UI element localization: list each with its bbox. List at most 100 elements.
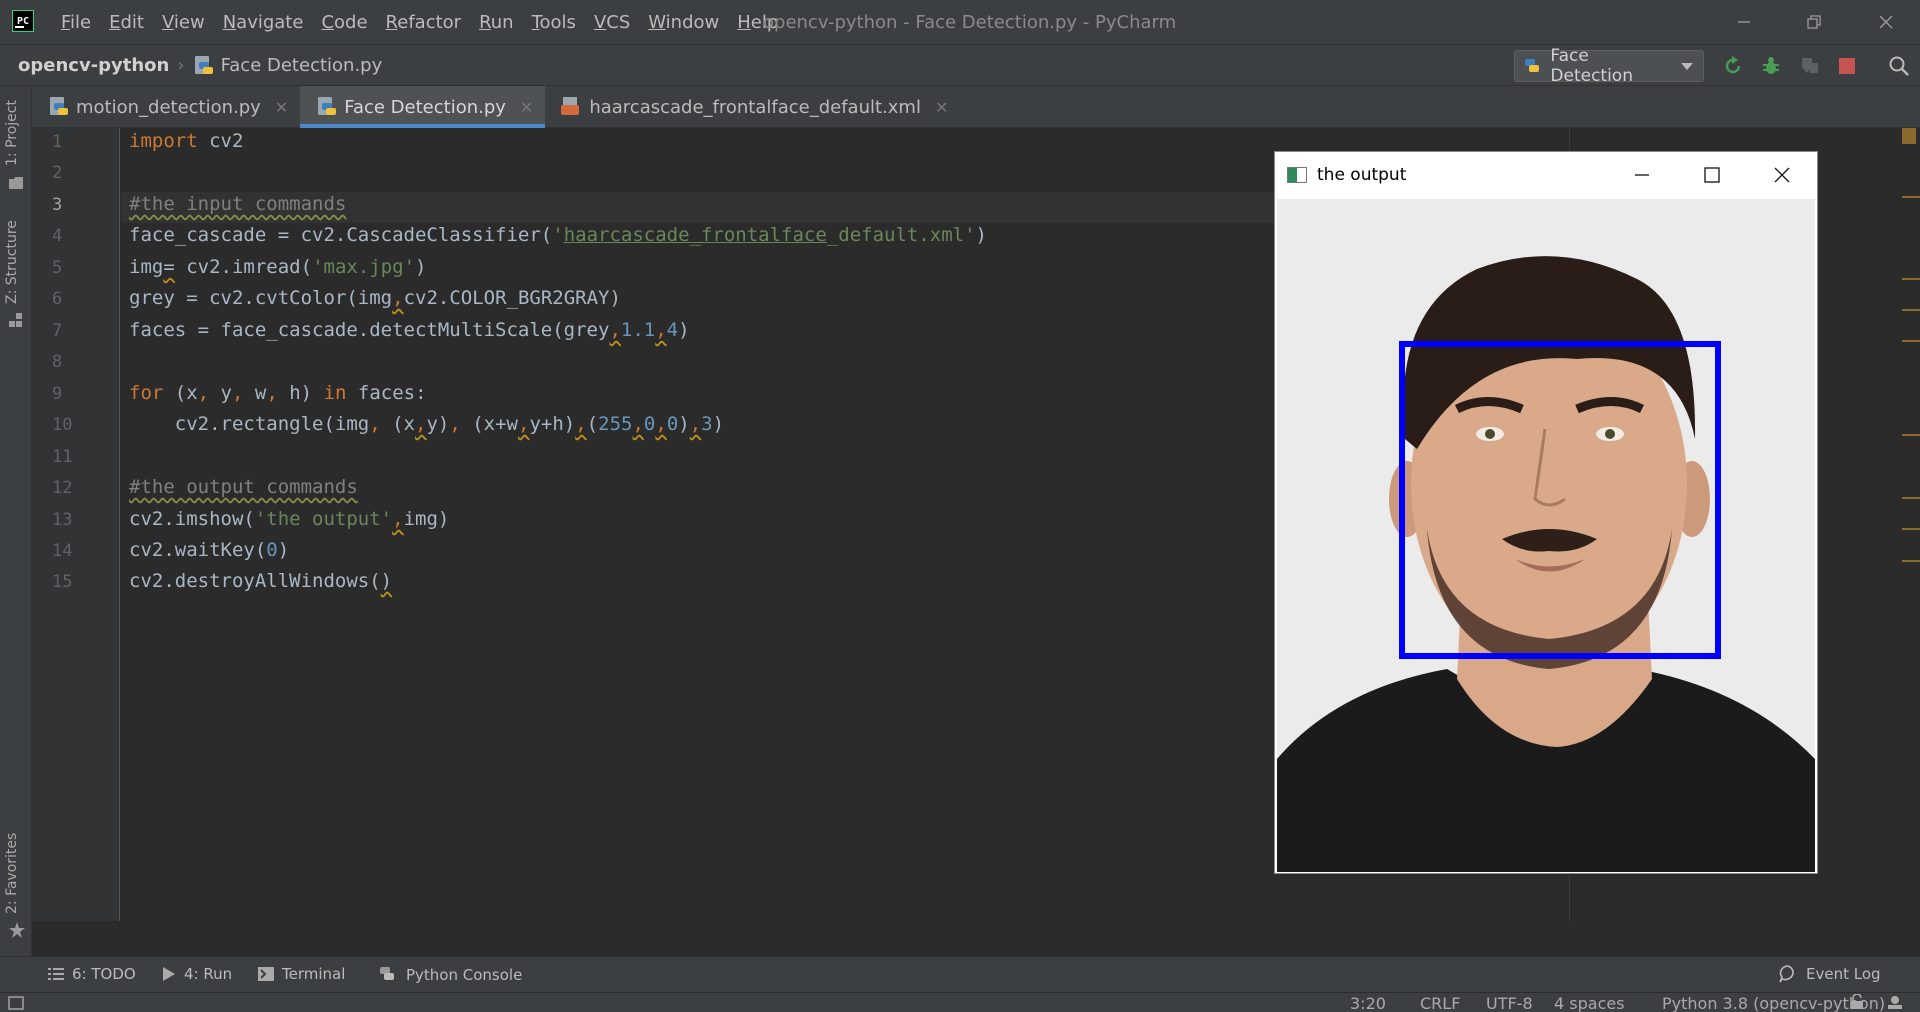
line-number: 14 bbox=[52, 541, 73, 561]
line-number: 13 bbox=[52, 510, 73, 530]
code-token: for bbox=[129, 382, 164, 404]
stop-icon[interactable] bbox=[1836, 55, 1858, 77]
code-token: img) bbox=[403, 508, 450, 530]
code-token: in bbox=[323, 382, 347, 404]
code-token: ) bbox=[712, 413, 725, 435]
panel-toggle-icon[interactable] bbox=[8, 995, 24, 1012]
code-token: cv2.waitKey( bbox=[129, 539, 267, 561]
navigation-bar: opencv-python › Face Detection.py Face D… bbox=[0, 44, 1920, 86]
code-token: cv2.COLOR_BGR2GRAY) bbox=[403, 287, 621, 309]
warning-marker[interactable] bbox=[1902, 497, 1920, 499]
menu-refactor[interactable]: Refactor bbox=[377, 12, 471, 33]
caret-position[interactable]: 3:20 bbox=[1350, 994, 1386, 1012]
code-line-9: for (x, y, w, h) in faces: bbox=[129, 382, 427, 404]
warning-marker[interactable] bbox=[1902, 340, 1920, 342]
code-line-5: img= cv2.imread('max.jpg') bbox=[129, 256, 426, 278]
warning-marker[interactable] bbox=[1902, 278, 1920, 280]
warning-status-icon[interactable] bbox=[1902, 128, 1916, 144]
warning-marker[interactable] bbox=[1902, 434, 1920, 436]
favorites-tool-tab[interactable]: 2: Favorites bbox=[4, 833, 20, 914]
rerun-icon[interactable] bbox=[1722, 55, 1744, 77]
code-token: , bbox=[197, 382, 210, 404]
menu-window[interactable]: Window bbox=[639, 12, 728, 33]
warning-marker[interactable] bbox=[1902, 560, 1920, 562]
terminal-tool-button[interactable]: Terminal bbox=[258, 965, 345, 983]
code-token: import bbox=[129, 130, 198, 152]
output-window-titlebar[interactable]: the output bbox=[1275, 152, 1817, 198]
python-console-icon bbox=[378, 965, 398, 985]
close-icon[interactable] bbox=[1767, 160, 1797, 190]
inspector-icon[interactable] bbox=[1886, 994, 1904, 1012]
menu-edit[interactable]: Edit bbox=[100, 12, 153, 33]
file-encoding[interactable]: UTF-8 bbox=[1486, 994, 1533, 1012]
event-log-tool-button[interactable]: Event Log bbox=[1778, 965, 1881, 983]
output-window-title: the output bbox=[1317, 165, 1407, 185]
restore-icon[interactable] bbox=[1800, 8, 1828, 36]
warning-marker[interactable] bbox=[1902, 196, 1920, 198]
menu-view[interactable]: View bbox=[153, 12, 214, 33]
python-console-tool-button[interactable]: Python Console bbox=[378, 965, 522, 985]
menu-run[interactable]: Run bbox=[470, 12, 523, 33]
python-file-icon bbox=[193, 55, 213, 76]
tab-haarcascade-xml[interactable]: haarcascade_frontalface_default.xml ✕ bbox=[545, 86, 960, 128]
lock-icon[interactable] bbox=[1850, 993, 1864, 1012]
maximize-icon[interactable] bbox=[1697, 160, 1727, 190]
menu-code[interactable]: Code bbox=[312, 12, 376, 33]
star-icon bbox=[9, 922, 25, 938]
code-token: img bbox=[129, 256, 164, 278]
warning-marker[interactable] bbox=[1902, 528, 1920, 530]
code-line-7: faces = face_cascade.detectMultiScale(gr… bbox=[129, 319, 690, 341]
indent-setting[interactable]: 4 spaces bbox=[1554, 994, 1625, 1012]
left-tool-stripe: 1: Project Z: Structure 2: Favorites bbox=[0, 86, 32, 956]
code-token: cv2.destroyAllWindows( bbox=[129, 570, 381, 592]
structure-tool-tab[interactable]: Z: Structure bbox=[4, 220, 20, 304]
coverage-icon[interactable] bbox=[1798, 55, 1820, 77]
close-tab-icon[interactable]: ✕ bbox=[935, 98, 948, 117]
code-token: , bbox=[689, 413, 702, 435]
code-token: (x bbox=[380, 413, 415, 435]
terminal-icon bbox=[258, 967, 274, 981]
close-window-icon[interactable] bbox=[1872, 8, 1900, 36]
code-line-3: #the input commands bbox=[129, 193, 346, 215]
title-bar: PC File Edit View Navigate Code Refactor… bbox=[0, 0, 1920, 44]
project-tool-tab[interactable]: 1: Project bbox=[4, 100, 20, 166]
code-line-14: cv2.waitKey(0) bbox=[129, 539, 289, 561]
output-image-window[interactable]: the output bbox=[1274, 151, 1818, 874]
code-token: , bbox=[392, 508, 404, 530]
minimize-icon[interactable] bbox=[1627, 160, 1657, 190]
code-token: 255 bbox=[598, 413, 633, 435]
close-tab-icon[interactable]: ✕ bbox=[275, 98, 288, 117]
code-token: cv2.rectangle(img bbox=[129, 413, 370, 435]
line-separator[interactable]: CRLF bbox=[1420, 994, 1460, 1012]
menu-navigate[interactable]: Navigate bbox=[214, 12, 313, 33]
run-tool-button[interactable]: 4: Run bbox=[162, 965, 232, 983]
close-tab-icon[interactable]: ✕ bbox=[520, 98, 533, 117]
window-title: opencv-python - Face Detection.py - PyCh… bbox=[763, 12, 1177, 33]
warning-marker[interactable] bbox=[1902, 309, 1920, 311]
search-icon[interactable] bbox=[1888, 55, 1910, 77]
error-stripe[interactable] bbox=[1902, 128, 1920, 921]
breadcrumb-project[interactable]: opencv-python bbox=[18, 55, 169, 76]
minimize-icon[interactable] bbox=[1730, 8, 1758, 36]
code-token: face_cascade = cv2.CascadeClassifier( bbox=[129, 224, 553, 246]
tab-face-detection[interactable]: Face Detection.py ✕ bbox=[300, 86, 546, 128]
todo-tool-button[interactable]: 6: TODO bbox=[48, 965, 136, 983]
code-line-10: cv2.rectangle(img, (x,y), (x+w,y+h),(255… bbox=[129, 413, 724, 435]
run-configuration-dropdown[interactable]: Face Detection bbox=[1514, 46, 1704, 86]
debug-icon[interactable] bbox=[1760, 55, 1782, 77]
window-app-icon bbox=[1287, 167, 1307, 183]
line-number: 6 bbox=[52, 289, 63, 309]
line-number: 15 bbox=[52, 572, 73, 592]
todo-label: 6: TODO bbox=[72, 965, 136, 983]
breadcrumb-file[interactable]: Face Detection.py bbox=[221, 55, 383, 76]
tab-motion-detection[interactable]: motion_detection.py ✕ bbox=[32, 86, 300, 128]
menu-vcs[interactable]: VCS bbox=[585, 12, 639, 33]
python-icon bbox=[1523, 56, 1542, 76]
line-number: 4 bbox=[52, 226, 63, 246]
code-token: ) bbox=[277, 539, 290, 561]
tab-label: motion_detection.py bbox=[76, 96, 261, 118]
code-token: , bbox=[369, 413, 381, 435]
menu-tools[interactable]: Tools bbox=[523, 12, 585, 33]
menu-file[interactable]: File bbox=[52, 12, 100, 33]
code-token: cv2.imread( bbox=[174, 256, 313, 278]
